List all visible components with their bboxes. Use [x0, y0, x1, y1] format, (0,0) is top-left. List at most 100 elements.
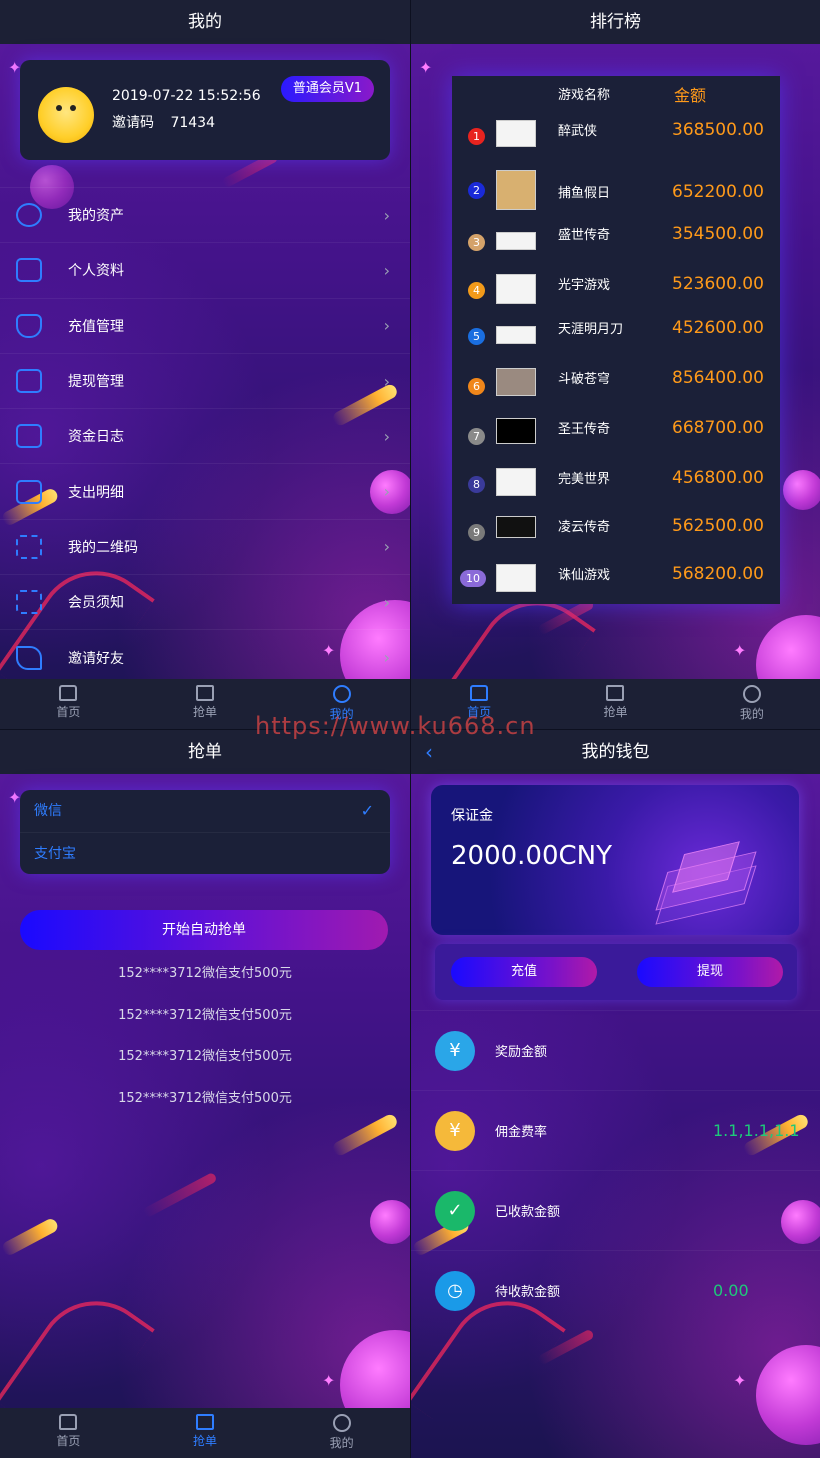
table-row[interactable]: 7 圣王传奇 668700.00 [452, 418, 780, 458]
avatar[interactable] [38, 87, 94, 143]
deposit-amount: 2000.00CNY [451, 841, 613, 871]
tab-label: 首页 [56, 705, 81, 719]
tab-home[interactable]: 首页 [0, 679, 137, 729]
menu-label: 支出明细 [68, 484, 124, 501]
planet-decoration [783, 470, 820, 510]
yuan-shield-icon [16, 313, 42, 338]
game-name: 捕鱼假日 [558, 186, 611, 201]
mail-icon [606, 685, 625, 701]
document-icon [16, 258, 42, 283]
menu-item-member-notice[interactable]: 会员须知 › [0, 574, 410, 629]
game-name: 天涯明月刀 [558, 322, 624, 337]
menu-label: 提现管理 [68, 374, 124, 391]
stat-label: 待收款金额 [495, 1285, 561, 1300]
menu-label: 邀请好友 [68, 650, 124, 667]
game-amount: 856400.00 [672, 368, 764, 388]
withdraw-button[interactable]: 提现 [637, 957, 783, 987]
payment-option-label: 支付宝 [34, 846, 76, 862]
tab-mine[interactable]: 我的 [684, 679, 820, 729]
rank-number: 8 [468, 476, 485, 493]
game-thumbnail [496, 170, 536, 210]
user-icon [332, 1414, 351, 1432]
payment-option-alipay[interactable]: 支付宝 [20, 832, 390, 874]
wallet-stats: ¥ 奖励金额 ¥ 佣金费率 1.1,1.1,1.1 ✓ 已收款金额 ◷ 待收款金… [411, 1010, 820, 1330]
menu-item-assets[interactable]: 我的资产 › [0, 187, 410, 242]
tab-grab[interactable]: 抢单 [547, 679, 683, 729]
table-row[interactable]: 1 醉武侠 368500.00 [452, 120, 780, 160]
game-name: 光宇游戏 [558, 278, 611, 293]
table-row[interactable]: 4 光宇游戏 523600.00 [452, 274, 780, 314]
menu-item-profile-info[interactable]: 个人资料 › [0, 242, 410, 297]
deposit-card: 保证金 2000.00CNY [431, 785, 799, 935]
game-amount: 368500.00 [672, 120, 764, 140]
chevron-right-icon: › [383, 260, 390, 280]
tab-grab[interactable]: 抢单 [137, 1408, 274, 1458]
list-item: 152****3712微信支付500元 [118, 1007, 292, 1023]
menu-item-withdraw[interactable]: 提现管理 › [0, 352, 410, 408]
table-row[interactable]: 8 完美世界 456800.00 [452, 468, 780, 508]
start-auto-grab-button[interactable]: 开始自动抢单 [20, 910, 388, 950]
cash-icon [16, 479, 42, 504]
table-row[interactable]: 3 盛世传奇 354500.00 [452, 224, 780, 264]
sparkle-decoration: ✦ [322, 1371, 336, 1390]
menu-label: 个人资料 [68, 263, 124, 280]
rank-number: 9 [468, 524, 485, 541]
sparkle-decoration: ✦ [419, 58, 433, 77]
game-name: 醉武侠 [558, 124, 598, 139]
tab-label: 我的 [329, 1436, 354, 1450]
game-thumbnail [496, 516, 536, 538]
menu-item-qrcode[interactable]: 我的二维码 › [0, 518, 410, 574]
invite-code-value: 71434 [170, 115, 215, 131]
game-name: 斗破苍穹 [558, 372, 611, 387]
member-level-badge: 普通会员V1 [280, 76, 374, 102]
sparkle-decoration: ✦ [733, 1371, 747, 1390]
table-row[interactable]: 5 天涯明月刀 452600.00 [452, 318, 780, 358]
menu-item-expense-detail[interactable]: 支出明细 › [0, 463, 410, 518]
rank-number: 7 [468, 428, 485, 445]
planet-decoration [370, 1200, 410, 1244]
game-amount: 668700.00 [672, 418, 764, 438]
profile-screen: ✦ ✦ 我的 2019-07-22 15:52:56 邀请码 71434 普通会… [0, 0, 410, 729]
table-row[interactable]: 10 诛仙游戏 568200.00 [452, 564, 780, 604]
menu-item-fund-log[interactable]: 资金日志 › [0, 408, 410, 463]
payment-option-wechat[interactable]: 微信 ✓ [20, 790, 390, 832]
server-illustration-icon [651, 825, 761, 925]
chevron-right-icon: › [383, 537, 390, 557]
game-thumbnail [496, 274, 536, 304]
game-thumbnail [496, 418, 536, 444]
page-title: 排行榜 [411, 0, 820, 44]
table-row[interactable]: 6 斗破苍穹 856400.00 [452, 368, 780, 408]
game-name: 凌云传奇 [558, 520, 611, 535]
tab-grab[interactable]: 抢单 [137, 679, 274, 729]
list-item: 152****3712微信支付500元 [118, 966, 292, 981]
stat-label: 佣金费率 [495, 1125, 548, 1140]
list-item-reward: ¥ 奖励金额 [411, 1010, 820, 1090]
payment-option-label: 微信 [34, 803, 62, 819]
game-name: 盛世传奇 [558, 228, 611, 243]
tab-label: 抢单 [193, 705, 218, 719]
tab-mine[interactable]: 我的 [273, 1408, 410, 1458]
menu-label: 我的二维码 [68, 539, 138, 556]
game-amount: 354500.00 [672, 224, 764, 244]
menu-item-invite-friends[interactable]: 邀请好友 › [0, 629, 410, 684]
paper-plane-icon [16, 645, 42, 670]
game-amount: 456800.00 [672, 468, 764, 488]
page-title: 我的 [0, 0, 410, 44]
recharge-button[interactable]: 充值 [451, 957, 597, 987]
coins-icon [16, 203, 42, 228]
qrcode-icon [16, 534, 42, 559]
table-row[interactable]: 9 凌云传奇 562500.00 [452, 516, 780, 556]
checkmark-icon: ✓ [435, 1190, 475, 1231]
game-name: 完美世界 [558, 472, 611, 487]
table-row[interactable]: 2 捕鱼假日 652200.00 [452, 170, 780, 210]
tab-label: 抢单 [193, 1434, 218, 1448]
menu-item-recharge[interactable]: 充值管理 › [0, 297, 410, 353]
tab-home[interactable]: 首页 [0, 1408, 137, 1458]
list-item: 152****3712微信支付500元 [118, 1090, 292, 1106]
menu-label: 我的资产 [68, 208, 124, 225]
ranking-screen: ✦ ✦ 排行榜 游戏名称 金额 1 醉武侠 368500.00 2 捕鱼假日 6… [411, 0, 820, 729]
mail-icon [196, 685, 214, 701]
checkmark-icon: ✓ [360, 801, 374, 820]
yuan-shield-icon: ¥ [435, 1030, 475, 1071]
sparkle-decoration: ✦ [733, 641, 747, 660]
